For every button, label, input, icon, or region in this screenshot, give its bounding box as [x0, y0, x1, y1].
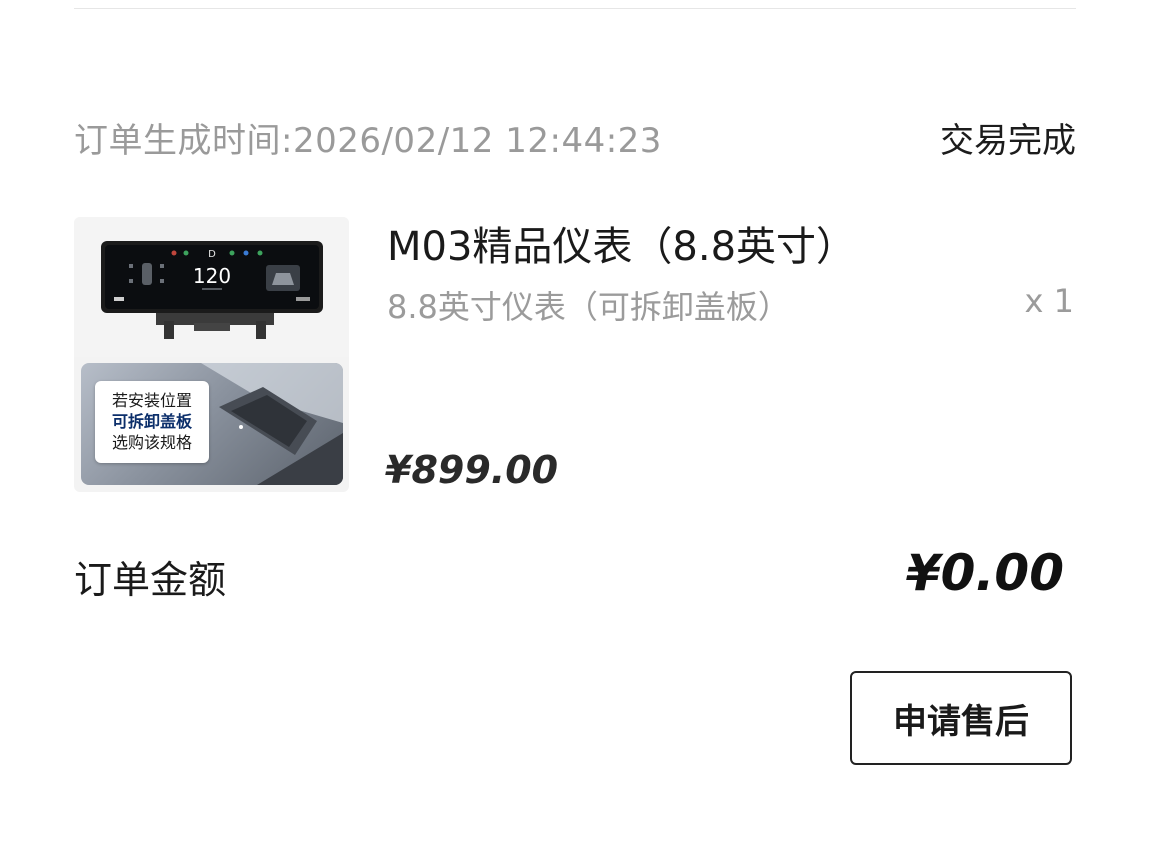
order-detail-page: 订单生成时间:2026/02/12 12:44:23 交易完成 D 120 若安… [0, 0, 1150, 864]
install-note-line-2: 可拆卸盖板 [111, 412, 192, 431]
apply-after-sale-button[interactable]: 申请售后 [850, 671, 1072, 765]
gear-indicator: D [208, 249, 216, 260]
order-header: 订单生成时间:2026/02/12 12:44:23 交易完成 [74, 112, 1076, 162]
order-created-time: 订单生成时间:2026/02/12 12:44:23 [74, 120, 662, 161]
order-status: 交易完成 [940, 120, 1076, 161]
install-note: 若安装位置 可拆卸盖板 选购该规格 [95, 381, 209, 463]
product-image[interactable]: D 120 若安装位置 可拆卸盖板 选购该规格 [74, 217, 349, 492]
install-photo: 若安装位置 可拆卸盖板 选购该规格 [81, 363, 343, 485]
product-price: ¥899.00 [385, 448, 559, 492]
speed-readout: 120 [193, 264, 231, 288]
install-note-line-3: 选购该规格 [111, 433, 192, 452]
product-spec: 8.8英寸仪表（可拆卸盖板） [387, 288, 790, 326]
order-total-label: 订单金额 [74, 558, 227, 602]
product-title[interactable]: M03精品仪表（8.8英寸） [387, 214, 856, 272]
product-quantity: x 1 [1024, 282, 1074, 320]
install-note-line-1: 若安装位置 [111, 391, 192, 410]
top-divider [74, 8, 1076, 9]
order-total-amount: ¥0.00 [905, 544, 1064, 602]
dashboard-photo: D 120 [74, 217, 349, 357]
